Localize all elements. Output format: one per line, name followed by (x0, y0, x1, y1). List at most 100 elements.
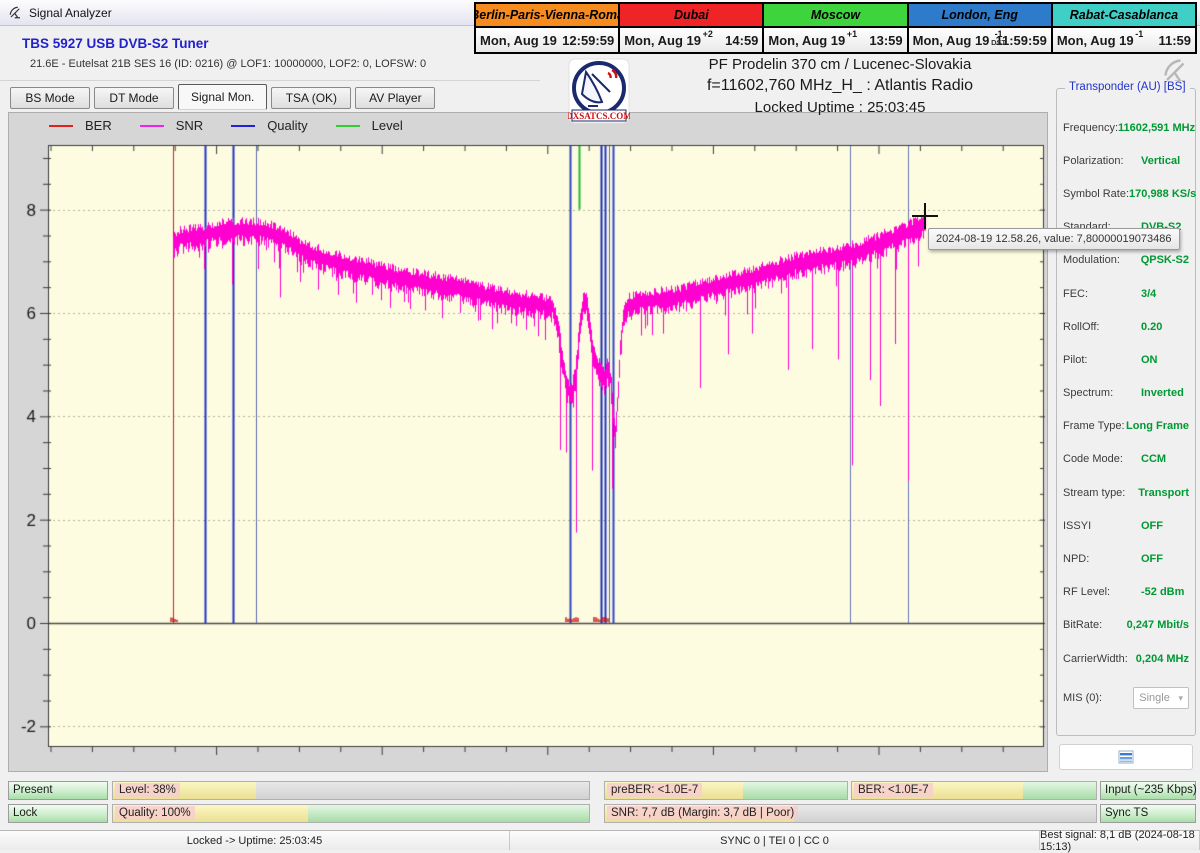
transponder-row: Pilot:ON (1057, 343, 1195, 376)
tab-signal-mon-[interactable]: Signal Mon. (178, 84, 267, 110)
progress-bar-label: BER: <1.0E-7 (854, 783, 933, 797)
clock-date: Mon, Aug 19 (768, 33, 845, 48)
transponder-row: Symbol Rate:170,988 KS/s (1057, 177, 1195, 210)
chart-legend: BERSNRQualityLevel (49, 118, 403, 133)
frequency-station-line: f=11602,760 MHz_H_ : Atlantis Radio (630, 77, 1050, 95)
statusbar-section-0: Locked -> Uptime: 25:03:45 (0, 831, 510, 850)
clock-time-row: Mon, Aug 19-1DST11:59:59 (909, 28, 1051, 52)
tab-av-player[interactable]: AV Player (355, 87, 435, 109)
clock-0: Berlin-Paris-Vienna-Roma Mon, Aug 19 12:59… (476, 4, 620, 52)
transponder-label: Pilot: (1063, 354, 1141, 366)
clock-time-row: Mon, Aug 19+1 13:59 (764, 28, 906, 52)
clock-1: DubaiMon, Aug 19+214:59 (620, 4, 764, 52)
mis-selected-value: Single (1139, 692, 1170, 704)
statusbar-section-2: Best signal: 8,1 dB (2024-08-18 15:13) (1040, 831, 1200, 850)
transponder-row: BitRate:0,247 Mbit/s (1057, 609, 1195, 642)
mis-dropdown[interactable]: Single ▾ (1133, 687, 1189, 709)
clock-time: 13:59 (869, 33, 902, 48)
tab-tsa-ok-[interactable]: TSA (OK) (271, 87, 351, 109)
transponder-value: 3/4 (1141, 288, 1156, 300)
transponder-label: ISSYI (1063, 520, 1141, 532)
clock-time: 12:59:59 (562, 33, 614, 48)
clock-utc-offset: -1 (1135, 29, 1143, 39)
progress-bar-label: Quality: 100% (115, 806, 195, 820)
transponder-row: NPD:OFF (1057, 542, 1195, 575)
transponder-value: Vertical (1141, 155, 1180, 167)
progress-bar: preBER: <1.0E-7 (604, 781, 848, 800)
list-icon (1118, 750, 1134, 764)
mode-tabs: BS ModeDT ModeSignal Mon.TSA (OK)AV Play… (10, 84, 435, 110)
legend-label: SNR (176, 118, 203, 133)
transponder-row: Frequency:11602,591 MHz (1057, 111, 1195, 144)
progress-bar: Level: 38% (112, 781, 590, 800)
clock-date: Mon, Aug 19 (624, 33, 701, 48)
legend-label: Level (372, 118, 403, 133)
transponder-label: Frame Type: (1063, 420, 1126, 432)
chart-tooltip: 2024-08-19 12.58.26, value: 7,8000001907… (928, 228, 1180, 250)
legend-color-dash (140, 125, 164, 127)
clock-utc-offset: +1 (847, 29, 857, 39)
clock-4: Rabat-CasablancaMon, Aug 19-111:59 (1053, 4, 1195, 52)
mis-label: MIS (0): (1063, 692, 1131, 704)
dxsatcs-logo: DXSATCS.COM (568, 58, 630, 126)
transponder-row: Stream type:Transport (1057, 476, 1195, 509)
transponder-row: Code Mode:CCM (1057, 443, 1195, 476)
transponder-label: NPD: (1063, 553, 1141, 565)
transponder-value: -52 dBm (1141, 586, 1184, 598)
signal-chart-panel: BERSNRQualityLevel (8, 112, 1048, 772)
clock-city-label: Moscow (764, 4, 906, 28)
progress-bar: BER: <1.0E-7 (851, 781, 1097, 800)
clock-time-row: Mon, Aug 19+214:59 (620, 28, 762, 52)
transponder-list-button[interactable] (1059, 744, 1193, 770)
clock-utc-offset: +2 (703, 29, 713, 39)
transponder-label: RollOff: (1063, 321, 1141, 333)
transponder-label: RF Level: (1063, 586, 1141, 598)
locked-uptime-line: Locked Uptime : 25:03:45 (630, 99, 1050, 116)
header-divider (0, 80, 540, 81)
center-header: PF Prodelin 370 cm / Lucenec-Slovakia f=… (630, 56, 1050, 116)
tab-bs-mode[interactable]: BS Mode (10, 87, 90, 109)
transponder-label: Symbol Rate: (1063, 188, 1129, 200)
clock-3: London, EngMon, Aug 19-1DST11:59:59 (909, 4, 1053, 52)
chevron-down-icon: ▾ (1178, 693, 1183, 704)
transponder-row: Polarization:Vertical (1057, 144, 1195, 177)
transponder-value: 11602,591 MHz (1118, 122, 1195, 134)
transponder-label: Modulation: (1063, 254, 1141, 266)
clock-utc-offset: -1DST (991, 29, 1006, 47)
indicator-present: Present (8, 781, 108, 800)
transponder-row: RF Level:-52 dBm (1057, 576, 1195, 609)
legend-color-dash (336, 125, 360, 127)
transponder-label: Polarization: (1063, 155, 1141, 167)
transponder-value: CCM (1141, 453, 1166, 465)
clock-date: Mon, Aug 19 (913, 33, 990, 48)
progress-bar-label: SNR: 7,7 dB (Margin: 3,7 dB | Poor) (607, 806, 798, 820)
legend-item-level: Level (336, 118, 403, 133)
clock-city-label: Dubai (620, 4, 762, 28)
transponder-panel: Transponder (AU) [BS] Frequency:11602,59… (1056, 88, 1196, 736)
clock-date: Mon, Aug 19 (480, 33, 557, 48)
legend-item-snr: SNR (140, 118, 203, 133)
signal-history-chart[interactable] (9, 139, 1047, 771)
transponder-value: 170,988 KS/s (1129, 188, 1196, 200)
status-bar: Locked -> Uptime: 25:03:45SYNC 0 | TEI 0… (0, 830, 1200, 850)
transponder-value: QPSK-S2 (1141, 254, 1189, 266)
antenna-location-line: PF Prodelin 370 cm / Lucenec-Slovakia (630, 56, 1050, 73)
transponder-panel-title: Transponder (AU) [BS] (1065, 81, 1190, 93)
clock-city-label: Berlin-Paris-Vienna-Roma (476, 4, 618, 28)
indicator-input-235-kbps-: Input (~235 Kbps) (1100, 781, 1196, 800)
transponder-value: 0,204 MHz (1136, 653, 1189, 665)
transponder-value: Transport (1138, 487, 1189, 499)
world-clock-panel: Berlin-Paris-Vienna-Roma Mon, Aug 19 12:59… (474, 2, 1197, 54)
transponder-row: Frame Type:Long Frame (1057, 410, 1195, 443)
transponder-value: OFF (1141, 520, 1163, 532)
transponder-row: Spectrum:Inverted (1057, 377, 1195, 410)
transponder-label: BitRate: (1063, 619, 1127, 631)
indicator-lock: Lock (8, 804, 108, 823)
indicator-sync-ts: Sync TS (1100, 804, 1196, 823)
tab-dt-mode[interactable]: DT Mode (94, 87, 174, 109)
transponder-value: Inverted (1141, 387, 1184, 399)
transponder-row: CarrierWidth:0,204 MHz (1057, 642, 1195, 675)
legend-color-dash (49, 125, 73, 127)
progress-bar-label: Level: 38% (115, 783, 180, 797)
legend-item-ber: BER (49, 118, 112, 133)
